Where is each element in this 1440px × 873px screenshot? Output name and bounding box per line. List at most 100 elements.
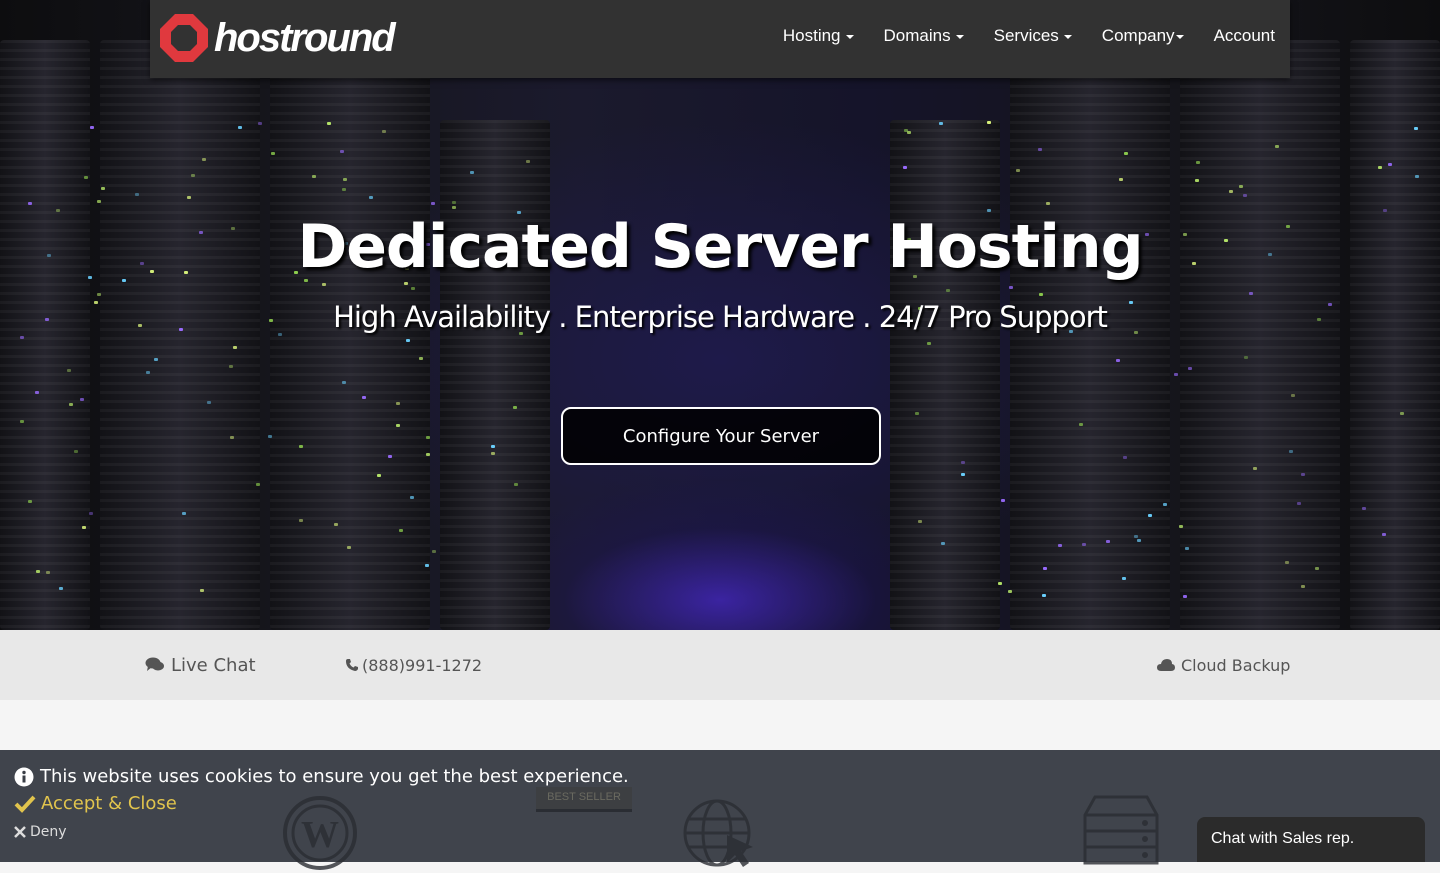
- server-led: [960, 461, 965, 465]
- server-rack: [1010, 40, 1170, 630]
- server-led: [1315, 566, 1320, 570]
- server-led: [346, 545, 351, 549]
- server-led: [35, 569, 40, 573]
- server-led: [940, 541, 945, 545]
- nav-company[interactable]: Company: [1102, 26, 1184, 46]
- cookie-accept-button[interactable]: Accept & Close: [14, 793, 177, 814]
- cloud-icon: [1157, 659, 1175, 671]
- info-bar: Live Chat (888)991-1272 Cloud Backup: [0, 630, 1440, 700]
- server-led: [525, 159, 530, 163]
- server-led: [1275, 144, 1280, 148]
- server-led: [514, 482, 519, 486]
- server-led: [1228, 190, 1233, 194]
- server-rack: [890, 120, 1000, 630]
- server-led: [35, 390, 40, 394]
- nav-hosting-label: Hosting: [782, 26, 841, 45]
- server-led: [342, 177, 347, 181]
- server-led: [1290, 393, 1295, 397]
- cookie-accept-label: Accept & Close: [41, 793, 177, 814]
- svg-text:W: W: [301, 814, 339, 856]
- caret-down-icon: [1063, 35, 1072, 39]
- server-led: [153, 358, 158, 362]
- nav-account[interactable]: Account: [1214, 26, 1275, 46]
- server-led: [1008, 589, 1012, 593]
- nav-services[interactable]: Services: [994, 26, 1072, 46]
- server-led: [207, 401, 212, 405]
- server-led: [1242, 193, 1247, 197]
- server-led: [451, 205, 456, 209]
- live-chat-label: Live Chat: [171, 654, 256, 676]
- server-led: [376, 473, 381, 477]
- info-circle-icon: [14, 767, 34, 786]
- server-led: [938, 122, 943, 126]
- caret-down-icon: [845, 35, 854, 39]
- server-led: [1106, 539, 1111, 543]
- server-led: [255, 483, 260, 487]
- server-led: [1133, 534, 1138, 538]
- server-led: [902, 166, 907, 169]
- server-led: [1116, 358, 1121, 362]
- server-led: [513, 405, 518, 409]
- cookie-deny-button[interactable]: Deny: [14, 824, 67, 840]
- phone-link[interactable]: (888)991-1272: [345, 630, 482, 700]
- configure-server-button[interactable]: Configure Your Server: [561, 407, 881, 465]
- server-led: [1362, 507, 1367, 511]
- server-rack: [0, 40, 90, 630]
- server-led: [202, 158, 207, 162]
- cloud-backup-link[interactable]: Cloud Backup: [1156, 630, 1290, 700]
- nav-domains-label: Domains: [883, 26, 951, 45]
- server-led: [1195, 160, 1200, 164]
- server-led: [1162, 503, 1167, 507]
- server-led: [333, 523, 338, 527]
- cookie-deny-label: Deny: [30, 824, 67, 840]
- server-led: [1079, 422, 1084, 426]
- cookie-message-text: This website uses cookies to ensure you …: [40, 766, 629, 787]
- server-led: [1381, 532, 1386, 536]
- server-led: [237, 125, 242, 129]
- phone-icon: [346, 659, 358, 671]
- server-led: [28, 202, 33, 206]
- server-rack: [270, 40, 430, 630]
- server-led: [1137, 538, 1142, 542]
- server-led: [425, 452, 430, 456]
- server-rack: [100, 40, 260, 630]
- wordpress-icon: W: [283, 796, 357, 870]
- server-led: [89, 126, 94, 130]
- server-led: [146, 370, 151, 374]
- server-led: [410, 287, 415, 291]
- server-led: [1082, 542, 1087, 546]
- navbar: hostround Hosting Domains Services Compa…: [150, 0, 1290, 78]
- server-led: [191, 174, 196, 178]
- logo-text: hostround: [214, 15, 396, 60]
- hero-subtitle: High Availability . Enterprise Hardware …: [333, 300, 1108, 334]
- logo[interactable]: hostround: [158, 12, 396, 64]
- nav-company-label: Company: [1101, 26, 1175, 45]
- server-led: [20, 336, 24, 340]
- server-led: [1000, 498, 1005, 502]
- cloud-backup-label: Cloud Backup: [1181, 655, 1291, 675]
- nav-domains[interactable]: Domains: [884, 26, 964, 46]
- server-led: [404, 282, 409, 286]
- chat-widget[interactable]: Chat with Sales rep.: [1197, 817, 1425, 862]
- server-led: [1388, 162, 1393, 166]
- nav-hosting[interactable]: Hosting: [783, 26, 854, 46]
- server-led: [79, 397, 84, 401]
- server-led: [425, 563, 430, 567]
- server-led: [1008, 285, 1013, 289]
- server-led: [89, 511, 94, 515]
- server-led: [1043, 566, 1048, 570]
- server-led: [1284, 561, 1289, 565]
- server-led: [271, 151, 276, 155]
- caret-down-icon: [1175, 35, 1184, 39]
- server-led: [1243, 355, 1248, 359]
- server-led: [997, 582, 1002, 586]
- server-led: [1296, 502, 1301, 506]
- server-led: [82, 525, 87, 529]
- server-led: [233, 345, 238, 349]
- server-led: [1122, 576, 1127, 580]
- server-led: [1185, 547, 1190, 550]
- server-led: [1057, 543, 1062, 547]
- content-section: [0, 700, 1440, 750]
- live-chat-link[interactable]: Live Chat: [145, 630, 256, 700]
- hero-banner: hostround Hosting Domains Services Compa…: [0, 0, 1440, 630]
